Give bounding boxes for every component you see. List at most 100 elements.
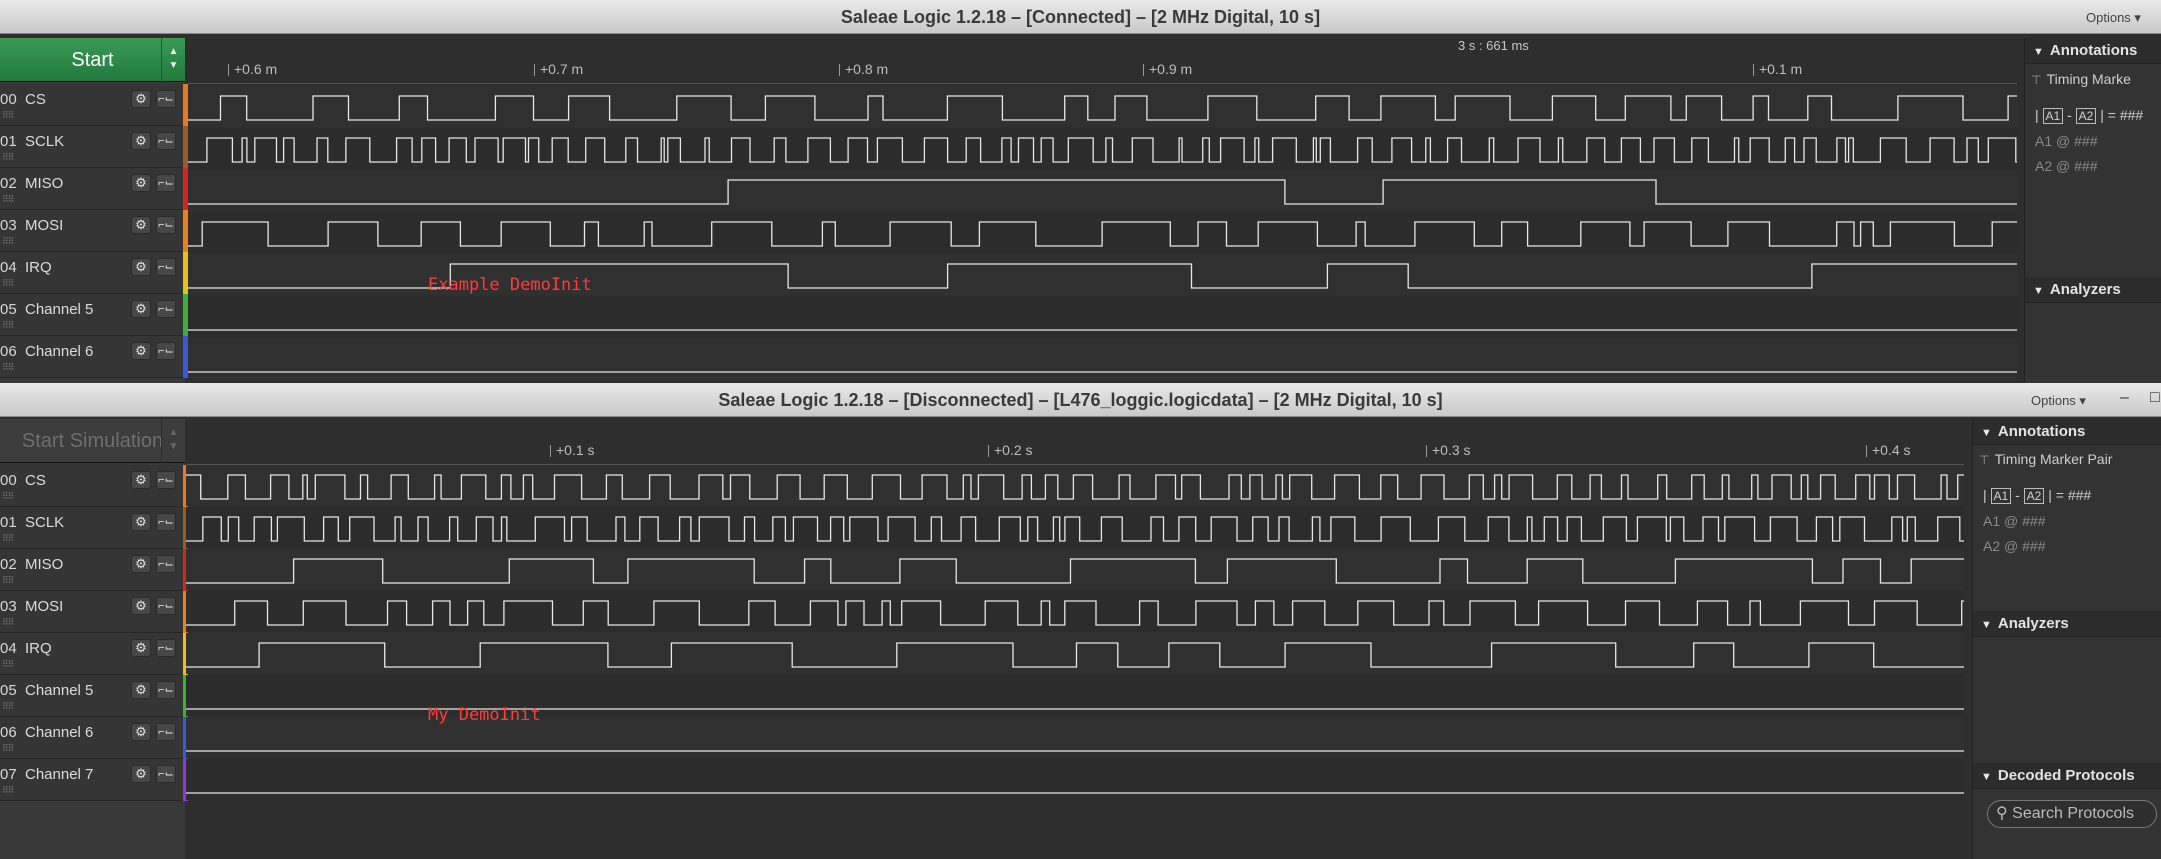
channel-name[interactable]: IRQ: [25, 640, 52, 657]
start-options-arrows[interactable]: ▲ ▼: [161, 38, 185, 82]
start-simulation-button[interactable]: Start Simulation ▲ ▼: [0, 419, 185, 463]
channel-name[interactable]: MOSI: [25, 217, 63, 234]
channel-lane[interactable]: [188, 86, 2017, 127]
annotations-header[interactable]: ▼ Annotations: [1973, 419, 2161, 445]
channel-lane[interactable]: [188, 296, 2017, 337]
channel-row[interactable]: 02 ⠿⠿ MISO ⚙ ⌐⌙: [0, 549, 188, 591]
options-menu[interactable]: Options ▾: [2031, 393, 2086, 409]
drag-handle-icon[interactable]: ⠿⠿: [2, 236, 14, 247]
trigger-icon[interactable]: ⌐⌙: [156, 132, 176, 150]
trigger-icon[interactable]: ⌐⌙: [156, 90, 176, 108]
options-menu[interactable]: Options ▾: [2086, 10, 2141, 26]
drag-handle-icon[interactable]: ⠿⠿: [2, 152, 14, 163]
timing-marker-pair[interactable]: ⊤ Timing Marker Pair: [1979, 451, 2112, 467]
drag-handle-icon[interactable]: ⠿⠿: [2, 743, 14, 754]
gear-icon[interactable]: ⚙: [131, 132, 151, 150]
gear-icon[interactable]: ⚙: [131, 174, 151, 192]
channel-row[interactable]: 05 ⠿⠿ Channel 5 ⚙ ⌐⌙: [0, 675, 188, 717]
waveform-area[interactable]: [188, 86, 2017, 383]
channel-row[interactable]: 03 ⠿⠿ MOSI ⚙ ⌐⌙: [0, 591, 188, 633]
gear-icon[interactable]: ⚙: [131, 597, 151, 615]
channel-name[interactable]: MISO: [25, 556, 63, 573]
timing-marker-pair[interactable]: ⊤ Timing Marke: [2031, 71, 2131, 87]
drag-handle-icon[interactable]: ⠿⠿: [2, 617, 14, 628]
drag-handle-icon[interactable]: ⠿⠿: [2, 533, 14, 544]
annotations-header[interactable]: ▼ Annotations: [2025, 38, 2161, 64]
channel-name[interactable]: CS: [25, 472, 46, 489]
trigger-icon[interactable]: ⌐⌙: [156, 723, 176, 741]
trigger-icon[interactable]: ⌐⌙: [156, 342, 176, 360]
channel-row[interactable]: 06 ⠿⠿ Channel 6 ⚙ ⌐⌙: [0, 717, 188, 759]
gear-icon[interactable]: ⚙: [131, 639, 151, 657]
channel-name[interactable]: Channel 7: [25, 766, 93, 783]
gear-icon[interactable]: ⚙: [131, 342, 151, 360]
channel-name[interactable]: Channel 6: [25, 343, 93, 360]
drag-handle-icon[interactable]: ⠿⠿: [2, 194, 14, 205]
channel-name[interactable]: Channel 5: [25, 682, 93, 699]
start-button[interactable]: Start ▲ ▼: [0, 38, 185, 82]
channel-row[interactable]: 03 ⠿⠿ MOSI ⚙ ⌐⌙: [0, 210, 188, 252]
gear-icon[interactable]: ⚙: [131, 300, 151, 318]
channel-lane[interactable]: [186, 633, 1964, 674]
channel-lane[interactable]: [186, 465, 1964, 506]
trigger-icon[interactable]: ⌐⌙: [156, 639, 176, 657]
channel-name[interactable]: SCLK: [25, 133, 64, 150]
minimize-button[interactable]: –: [2120, 389, 2129, 407]
start-options-arrows[interactable]: ▲ ▼: [161, 419, 185, 463]
channel-lane[interactable]: [186, 507, 1964, 548]
gear-icon[interactable]: ⚙: [131, 216, 151, 234]
channel-row[interactable]: 00 ⠿⠿ CS ⚙ ⌐⌙: [0, 465, 188, 507]
channel-row[interactable]: 04 ⠿⠿ IRQ ⚙ ⌐⌙: [0, 252, 188, 294]
gear-icon[interactable]: ⚙: [131, 681, 151, 699]
channel-name[interactable]: IRQ: [25, 259, 52, 276]
drag-handle-icon[interactable]: ⠿⠿: [2, 701, 14, 712]
decoded-protocols-header[interactable]: ▼ Decoded Protocols: [1973, 763, 2161, 789]
gear-icon[interactable]: ⚙: [131, 513, 151, 531]
channel-name[interactable]: CS: [25, 91, 46, 108]
trigger-icon[interactable]: ⌐⌙: [156, 216, 176, 234]
trigger-icon[interactable]: ⌐⌙: [156, 300, 176, 318]
gear-icon[interactable]: ⚙: [131, 723, 151, 741]
channel-row[interactable]: 00 ⠿⠿ CS ⚙ ⌐⌙: [0, 84, 188, 126]
timeline-ruler[interactable]: +0.1 s +0.2 s +0.3 s +0.4 s: [186, 419, 1964, 465]
trigger-icon[interactable]: ⌐⌙: [156, 765, 176, 783]
channel-row[interactable]: 02 ⠿⠿ MISO ⚙ ⌐⌙: [0, 168, 188, 210]
search-protocols-input[interactable]: ⚲ Search Protocols: [1987, 800, 2157, 828]
channel-row[interactable]: 06 ⠿⠿ Channel 6 ⚙ ⌐⌙: [0, 336, 188, 378]
gear-icon[interactable]: ⚙: [131, 258, 151, 276]
drag-handle-icon[interactable]: ⠿⠿: [2, 320, 14, 331]
channel-lane[interactable]: [188, 170, 2017, 211]
gear-icon[interactable]: ⚙: [131, 90, 151, 108]
gear-icon[interactable]: ⚙: [131, 765, 151, 783]
gear-icon[interactable]: ⚙: [131, 471, 151, 489]
drag-handle-icon[interactable]: ⠿⠿: [2, 659, 14, 670]
channel-name[interactable]: Channel 5: [25, 301, 93, 318]
trigger-icon[interactable]: ⌐⌙: [156, 513, 176, 531]
channel-row[interactable]: 01 ⠿⠿ SCLK ⚙ ⌐⌙: [0, 126, 188, 168]
channel-name[interactable]: Channel 6: [25, 724, 93, 741]
channel-name[interactable]: MISO: [25, 175, 63, 192]
channel-row[interactable]: 05 ⠿⠿ Channel 5 ⚙ ⌐⌙: [0, 294, 188, 336]
drag-handle-icon[interactable]: ⠿⠿: [2, 785, 14, 796]
maximize-button[interactable]: □: [2150, 389, 2160, 407]
channel-name[interactable]: SCLK: [25, 514, 64, 531]
analyzers-header[interactable]: ▼ Analyzers: [1973, 611, 2161, 637]
channel-row[interactable]: 01 ⠿⠿ SCLK ⚙ ⌐⌙: [0, 507, 188, 549]
drag-handle-icon[interactable]: ⠿⠿: [2, 575, 14, 586]
channel-lane[interactable]: [186, 549, 1964, 590]
waveform-area[interactable]: [186, 465, 1964, 859]
drag-handle-icon[interactable]: ⠿⠿: [2, 278, 14, 289]
timeline-ruler[interactable]: 3 s : 661 ms +0.6 m +0.7 m +0.8 m +0.9 m…: [188, 38, 2017, 84]
drag-handle-icon[interactable]: ⠿⠿: [2, 491, 14, 502]
channel-lane[interactable]: [186, 759, 1964, 800]
channel-lane[interactable]: [188, 338, 2017, 379]
trigger-icon[interactable]: ⌐⌙: [156, 681, 176, 699]
channel-name[interactable]: MOSI: [25, 598, 63, 615]
analyzers-header[interactable]: ▼ Analyzers: [2025, 277, 2161, 303]
drag-handle-icon[interactable]: ⠿⠿: [2, 362, 14, 373]
channel-lane[interactable]: [188, 128, 2017, 169]
trigger-icon[interactable]: ⌐⌙: [156, 597, 176, 615]
drag-handle-icon[interactable]: ⠿⠿: [2, 110, 14, 121]
trigger-icon[interactable]: ⌐⌙: [156, 174, 176, 192]
channel-row[interactable]: 04 ⠿⠿ IRQ ⚙ ⌐⌙: [0, 633, 188, 675]
